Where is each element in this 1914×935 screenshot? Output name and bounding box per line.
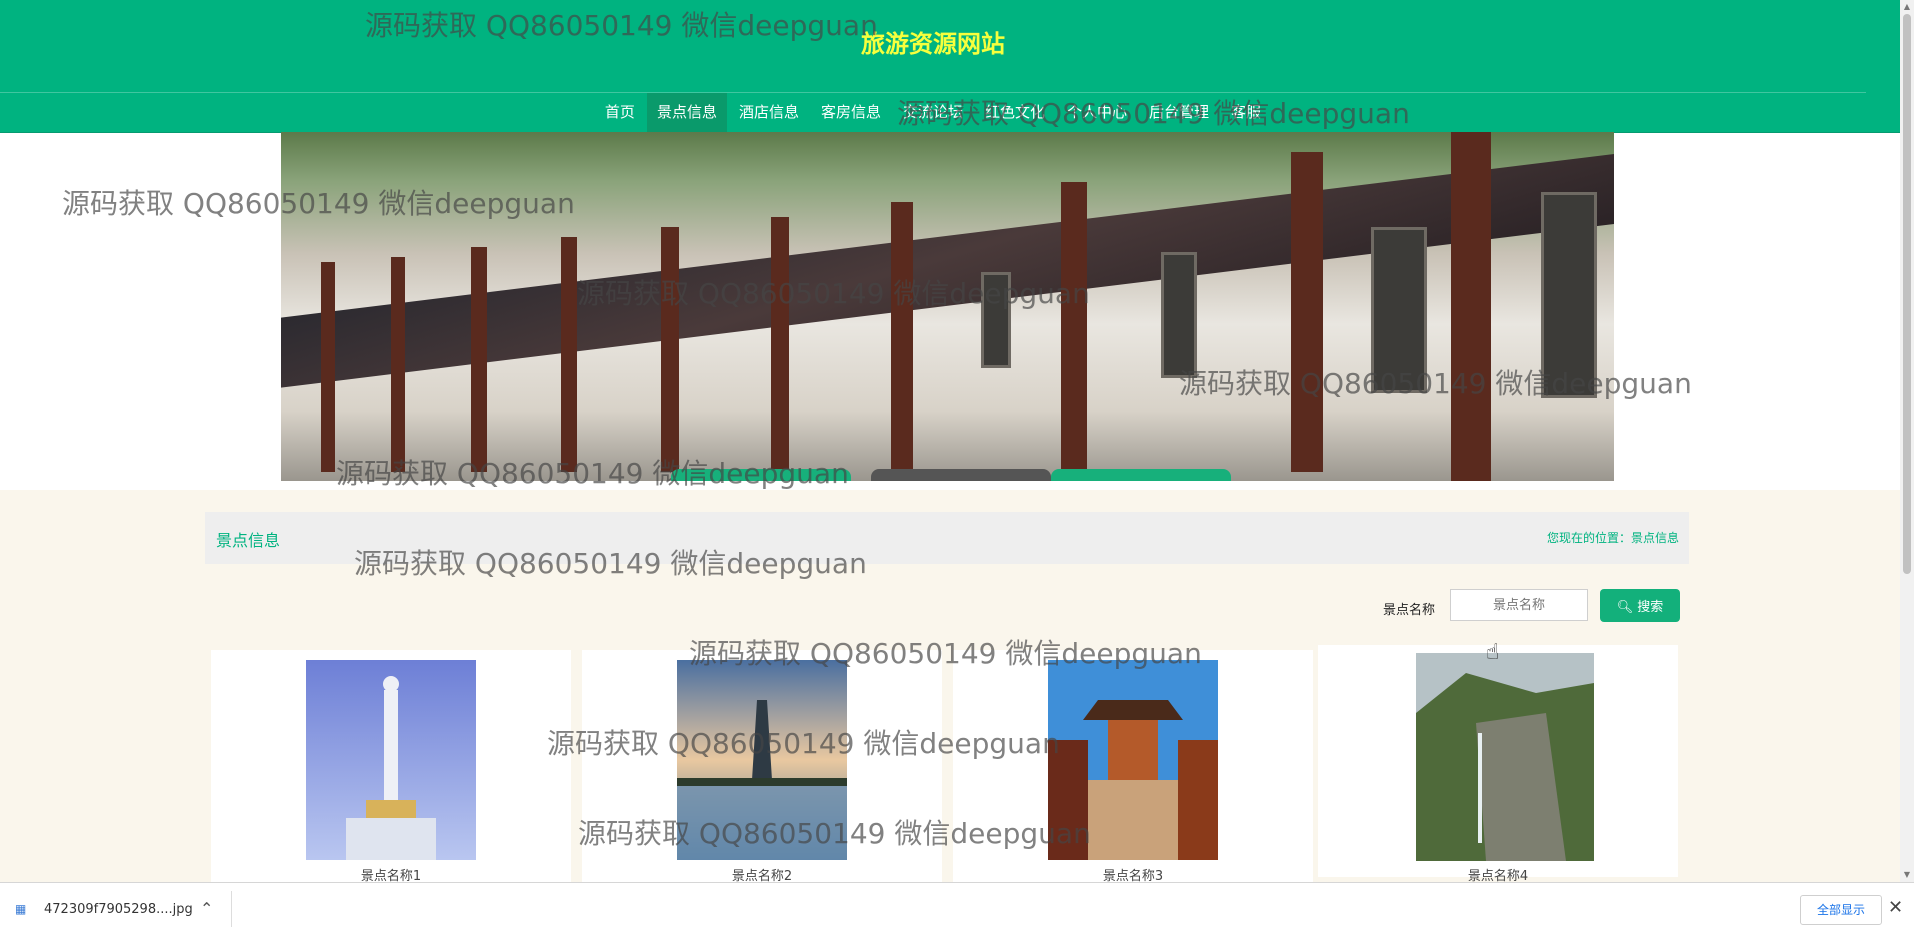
attraction-photo[interactable] bbox=[1416, 653, 1594, 861]
pillar bbox=[471, 247, 487, 472]
download-bar: ▦ 472309f7905298....jpg ⌃ 全部显示 ✕ bbox=[0, 882, 1914, 935]
main-nav: 首页 景点信息 酒店信息 客房信息 交流论坛 红色文化 个人中心 后台管理 客服 bbox=[0, 92, 1866, 133]
wall-plaque bbox=[981, 272, 1011, 368]
attraction-card[interactable]: 景点名称3 bbox=[953, 650, 1313, 884]
scroll-up-icon[interactable]: ▲ bbox=[1900, 0, 1914, 14]
attraction-card[interactable]: 景点名称1 bbox=[211, 650, 571, 884]
pillar bbox=[1291, 152, 1323, 472]
attraction-photo[interactable] bbox=[1048, 660, 1218, 860]
nav-customer-service[interactable]: 客服 bbox=[1221, 93, 1271, 133]
carousel-dot-2[interactable] bbox=[871, 469, 1051, 481]
attraction-card[interactable]: 景点名称2 bbox=[582, 650, 942, 884]
divider bbox=[231, 891, 232, 927]
pillar bbox=[661, 227, 679, 472]
nav-user-center[interactable]: 个人中心 bbox=[1057, 93, 1137, 133]
carousel-dot-1[interactable] bbox=[671, 469, 851, 481]
breadcrumb: 景点信息 您现在的位置：景点信息 bbox=[205, 512, 1689, 564]
nav-forum[interactable]: 交流论坛 bbox=[893, 93, 973, 133]
attraction-photo[interactable] bbox=[677, 660, 847, 860]
attraction-photo[interactable] bbox=[306, 660, 476, 860]
site-title: 旅游资源网站 bbox=[861, 30, 1005, 58]
wall-plaque bbox=[1371, 227, 1427, 393]
search-button[interactable]: 🔍︎ 搜索 bbox=[1600, 589, 1680, 622]
nav-rooms[interactable]: 客房信息 bbox=[811, 93, 891, 133]
carousel-dot-3[interactable] bbox=[1051, 469, 1231, 481]
nav-attractions[interactable]: 景点信息 bbox=[646, 93, 727, 133]
section-title: 景点信息 bbox=[216, 531, 281, 550]
attraction-card[interactable]: 景点名称4 bbox=[1318, 645, 1678, 884]
wall-plaque bbox=[1161, 252, 1197, 378]
search-button-label: 搜索 bbox=[1637, 600, 1664, 615]
search-label: 景点名称 bbox=[1383, 603, 1436, 618]
banner-carousel[interactable] bbox=[281, 132, 1614, 481]
hand-cursor-icon: ☝ bbox=[1486, 640, 1500, 665]
wall-plaque bbox=[1541, 192, 1597, 398]
pillar bbox=[771, 217, 789, 472]
show-all-button[interactable]: 全部显示 bbox=[1800, 895, 1882, 925]
close-icon[interactable]: ✕ bbox=[1888, 897, 1903, 918]
download-file-name[interactable]: 472309f7905298....jpg bbox=[44, 902, 193, 917]
nav-hotels[interactable]: 酒店信息 bbox=[729, 93, 809, 133]
image-file-icon: ▦ bbox=[15, 902, 27, 916]
pillar bbox=[1451, 132, 1491, 481]
pillar bbox=[561, 237, 577, 472]
site-header: 旅游资源网站 首页 景点信息 酒店信息 客房信息 交流论坛 红色文化 个人中心 … bbox=[0, 0, 1900, 133]
pillar bbox=[1061, 182, 1087, 472]
current-location: 您现在的位置：景点信息 bbox=[1547, 529, 1679, 546]
nav-home[interactable]: 首页 bbox=[595, 93, 645, 133]
scrollbar-thumb[interactable] bbox=[1903, 14, 1911, 574]
location-label: 您现在的位置： bbox=[1546, 531, 1631, 545]
chevron-up-icon[interactable]: ⌃ bbox=[200, 899, 213, 918]
location-value[interactable]: 景点信息 bbox=[1631, 531, 1679, 545]
nav-admin[interactable]: 后台管理 bbox=[1139, 93, 1219, 133]
pillar bbox=[391, 257, 405, 472]
search-input[interactable] bbox=[1450, 589, 1588, 621]
pillar bbox=[321, 262, 335, 472]
nav-red-culture[interactable]: 红色文化 bbox=[975, 93, 1055, 133]
pillar bbox=[891, 202, 913, 472]
search-icon: 🔍︎ bbox=[1616, 600, 1634, 615]
page-scrollbar[interactable]: ▲ ▼ bbox=[1900, 0, 1914, 882]
scroll-down-icon[interactable]: ▼ bbox=[1900, 868, 1914, 882]
